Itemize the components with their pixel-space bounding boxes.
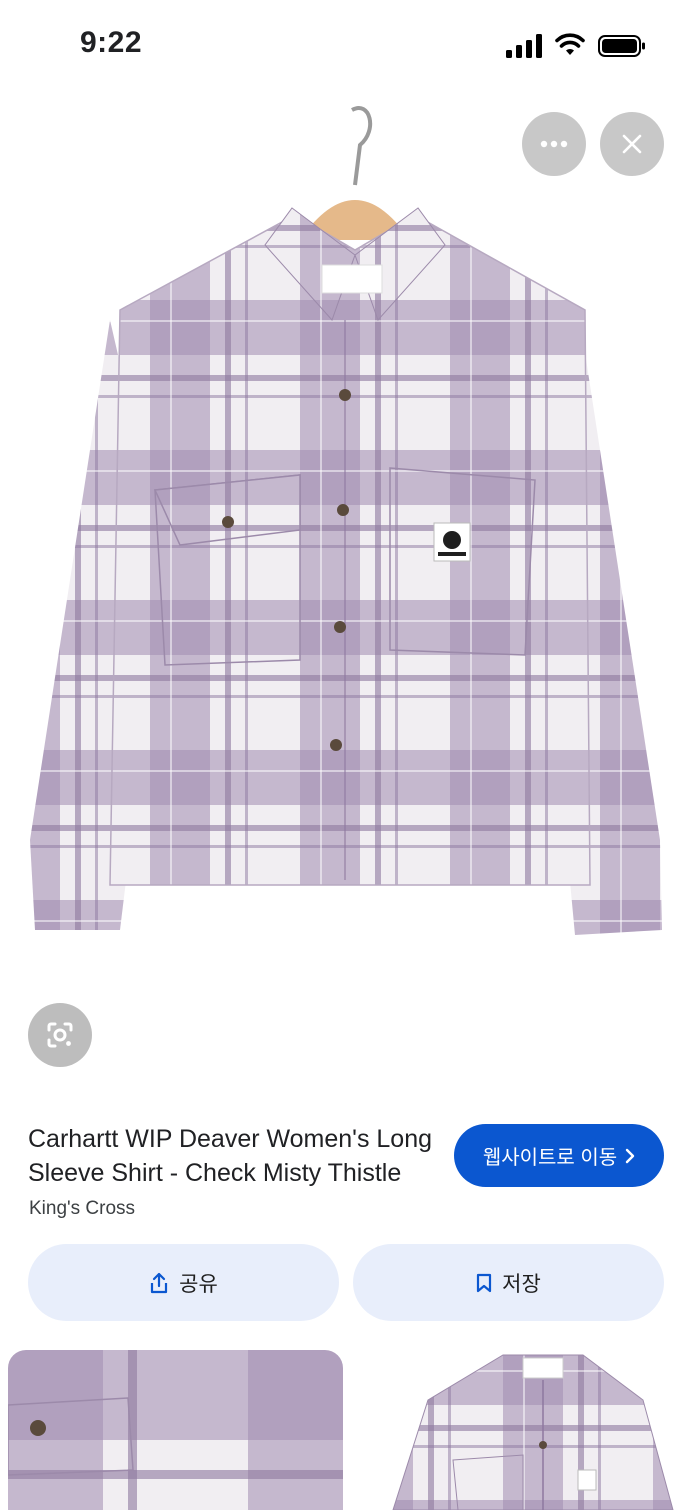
save-button[interactable]: 저장 [353,1244,664,1321]
battery-icon [598,35,645,57]
cellular-signal-icon [506,34,542,58]
product-title[interactable]: Carhartt WIP Deaver Women's Long Sleeve … [28,1122,448,1190]
bookmark-icon [477,1273,492,1292]
plaid-shirt-thumbnail [392,1354,674,1510]
share-label: 공유 [179,1272,218,1296]
share-button[interactable]: 공유 [28,1244,339,1321]
related-image-1[interactable] [8,1350,343,1510]
close-icon [622,134,642,154]
more-button[interactable] [522,112,586,176]
wifi-icon [555,33,585,55]
share-icon [151,1272,168,1293]
product-source[interactable]: King's Cross [29,1198,135,1220]
status-bar: 9:22 [0,0,693,90]
save-label: 저장 [502,1272,541,1296]
related-image-2[interactable] [353,1350,693,1510]
plaid-shirt-image [30,106,662,935]
plaid-closeup-image [8,1350,343,1510]
lens-icon [47,1022,73,1048]
visit-website-label: 웹사이트로 이동 [482,1147,618,1169]
chevron-right-icon [625,1148,635,1163]
visit-website-button[interactable]: 웹사이트로 이동 [454,1124,664,1187]
close-button[interactable] [600,112,664,176]
product-image[interactable] [0,90,693,990]
more-horizontal-icon [540,140,568,148]
status-time: 9:22 [80,26,143,59]
lens-search-button[interactable] [28,1003,92,1067]
